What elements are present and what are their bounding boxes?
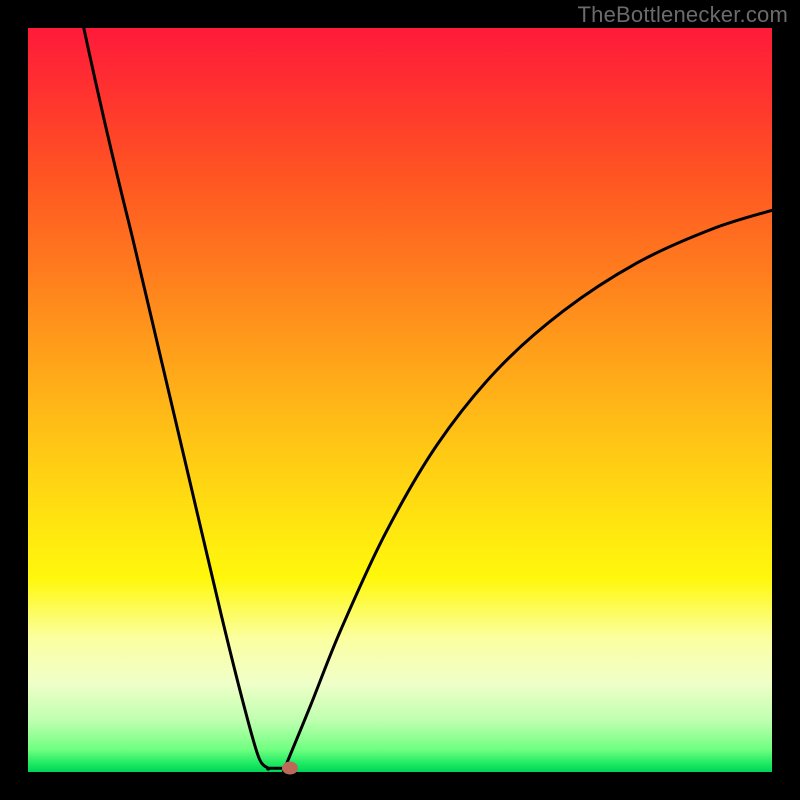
plot-area xyxy=(28,28,772,772)
watermark-text: TheBottlenecker.com xyxy=(578,2,788,28)
optimal-point-marker xyxy=(282,761,298,774)
bottleneck-curve xyxy=(84,28,772,772)
curve-svg xyxy=(28,28,772,772)
chart-frame: TheBottlenecker.com xyxy=(0,0,800,800)
